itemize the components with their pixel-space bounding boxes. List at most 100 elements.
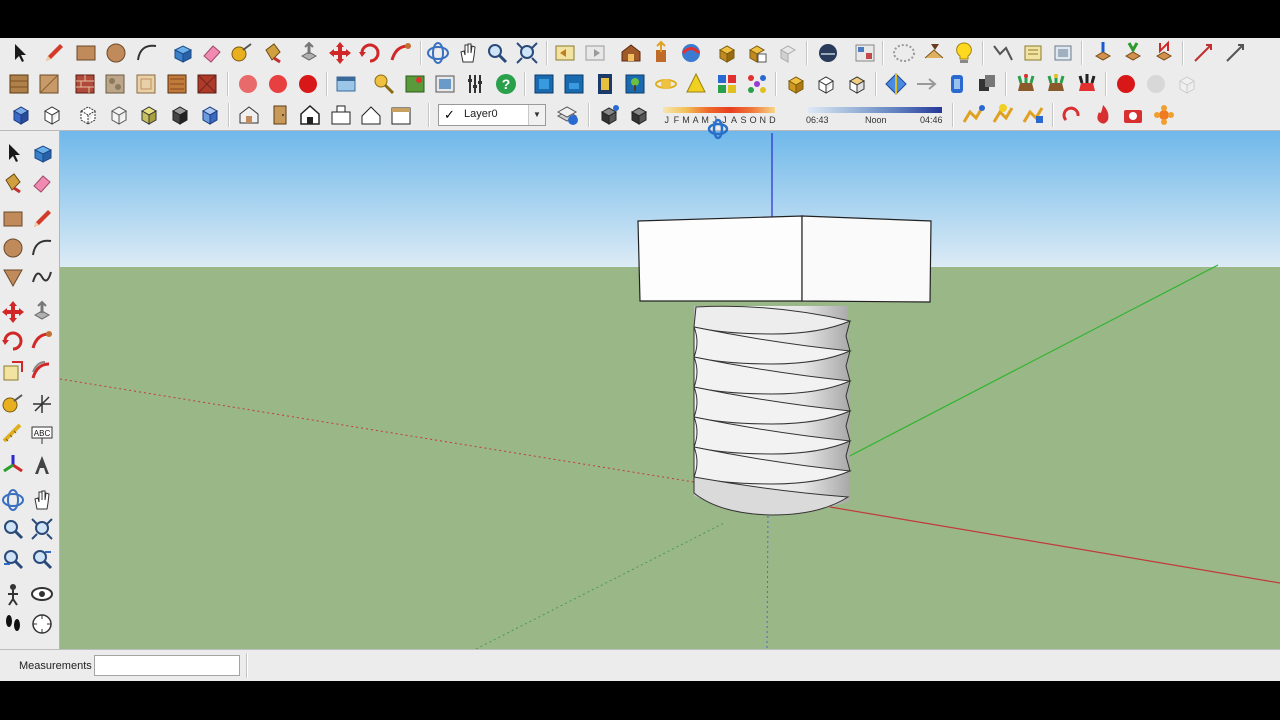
bolt-head[interactable] — [637, 215, 932, 303]
shadow-settings-icon[interactable] — [596, 102, 622, 128]
shadow-date-time-panel[interactable]: JFMAMJJASOND 06:43 Noon 04:46 — [656, 100, 948, 131]
top-view-icon[interactable] — [39, 102, 65, 128]
roof-texture-icon[interactable] — [194, 71, 220, 97]
make-component-icon[interactable] — [169, 40, 195, 66]
share-component-icon[interactable] — [678, 40, 704, 66]
color-red-dim-icon[interactable] — [235, 71, 261, 97]
stone-texture-icon[interactable] — [102, 71, 128, 97]
paint-bucket-icon[interactable] — [260, 40, 286, 66]
plant-fire-icon[interactable] — [1074, 71, 1100, 97]
color-red-icon[interactable] — [295, 71, 321, 97]
model-info-icon[interactable] — [371, 71, 397, 97]
section-icon[interactable] — [328, 102, 354, 128]
sandbox-from-contours-icon[interactable] — [891, 40, 917, 66]
wireframe-icon[interactable] — [813, 71, 839, 97]
xray-icon[interactable] — [783, 71, 809, 97]
scene-next-icon[interactable] — [582, 40, 608, 66]
tape-measure-icon[interactable] — [229, 40, 255, 66]
brick-texture-icon[interactable] — [72, 71, 98, 97]
redo-red-icon[interactable] — [1060, 102, 1086, 128]
materials-icon[interactable] — [6, 71, 32, 97]
preferences-icon[interactable] — [432, 71, 458, 97]
component-interact-icon[interactable] — [1020, 102, 1046, 128]
house-icon[interactable] — [297, 102, 323, 128]
layer-manager-icon[interactable] — [554, 102, 580, 128]
polygon-icon[interactable] — [0, 264, 26, 290]
view-iso-icon[interactable] — [531, 71, 557, 97]
wall-icon[interactable] — [388, 102, 414, 128]
ruby-console-icon[interactable] — [951, 40, 977, 66]
warehouse-get-models-icon[interactable] — [618, 40, 644, 66]
sketch-settings-icon[interactable] — [1020, 40, 1046, 66]
entity-info-icon[interactable] — [402, 71, 428, 97]
flower-icon[interactable] — [1151, 102, 1177, 128]
styles-icon[interactable] — [1050, 40, 1076, 66]
dots-grid-icon[interactable] — [744, 71, 770, 97]
zoom-extents-icon[interactable] — [514, 40, 540, 66]
planet-icon[interactable] — [653, 71, 679, 97]
door-icon[interactable] — [267, 102, 293, 128]
shadows-icon[interactable] — [626, 102, 652, 128]
eraser-icon[interactable] — [199, 40, 225, 66]
lines-tool-icon[interactable] — [990, 40, 1016, 66]
chevron-down-icon[interactable]: ▼ — [528, 105, 545, 125]
next-view-icon[interactable] — [29, 546, 55, 572]
look-around-icon[interactable] — [29, 581, 55, 607]
cone-icon[interactable] — [683, 71, 709, 97]
front-view-icon[interactable] — [75, 102, 101, 128]
solid-intersect-icon[interactable] — [1120, 40, 1146, 66]
solid-subtract-icon[interactable] — [1151, 40, 1177, 66]
walkthrough-icon[interactable] — [1222, 40, 1248, 66]
zoom-icon[interactable] — [0, 516, 26, 542]
position-camera-icon[interactable] — [1190, 40, 1216, 66]
move-icon[interactable] — [327, 40, 353, 66]
text-icon[interactable]: ABC — [29, 421, 55, 447]
film-icon[interactable] — [592, 71, 618, 97]
push-pull-icon[interactable] — [29, 299, 55, 325]
pan-icon[interactable] — [455, 40, 481, 66]
carpet-texture-icon[interactable] — [133, 71, 159, 97]
section-plane-icon[interactable] — [29, 611, 55, 637]
measurements-input[interactable] — [94, 655, 240, 676]
circle-icon[interactable] — [0, 235, 26, 261]
box-disabled-icon[interactable] — [1174, 71, 1200, 97]
add-location-icon[interactable] — [852, 40, 878, 66]
pencil-icon[interactable] — [41, 40, 67, 66]
wood-texture-icon[interactable] — [164, 71, 190, 97]
view-front-icon[interactable] — [622, 71, 648, 97]
circle-icon[interactable] — [103, 40, 129, 66]
orbit-icon[interactable] — [0, 487, 26, 513]
time-slider-track[interactable] — [808, 107, 942, 113]
follow-me-icon[interactable] — [388, 40, 414, 66]
month-slider-track[interactable] — [663, 107, 775, 113]
rotate-icon[interactable] — [357, 40, 383, 66]
right-view-icon[interactable] — [106, 102, 132, 128]
help-icon[interactable]: ? — [493, 71, 519, 97]
bottom-view-icon[interactable] — [197, 102, 223, 128]
freehand-icon[interactable] — [29, 264, 55, 290]
push-pull-icon[interactable] — [296, 40, 322, 66]
eraser-icon[interactable] — [29, 170, 55, 196]
arc-icon[interactable] — [29, 235, 55, 261]
iso-view-icon[interactable] — [8, 102, 34, 128]
walk-icon[interactable] — [0, 611, 26, 637]
rectangle-icon[interactable] — [0, 206, 26, 232]
rectangle-icon[interactable] — [73, 40, 99, 66]
axes-icon[interactable] — [29, 391, 55, 417]
view-top-icon[interactable] — [561, 71, 587, 97]
make-component-icon[interactable] — [29, 140, 55, 166]
back-view-icon[interactable] — [136, 102, 162, 128]
3d-text-icon[interactable] — [29, 452, 55, 478]
monochrome-icon[interactable] — [944, 71, 970, 97]
layer-dropdown[interactable]: ✓ Layer0 ▼ — [438, 104, 546, 126]
dynamic-component-attributes-icon[interactable] — [775, 40, 801, 66]
offset-icon[interactable] — [29, 358, 55, 384]
house-wire-icon[interactable] — [236, 102, 262, 128]
plant-red-icon[interactable] — [1013, 71, 1039, 97]
scene-canvas[interactable] — [60, 131, 1280, 649]
shaded-texture-icon[interactable] — [913, 71, 939, 97]
move-icon[interactable] — [0, 299, 26, 325]
shaded-icon[interactable] — [883, 71, 909, 97]
axes-tool-icon[interactable] — [0, 452, 26, 478]
component-options-icon[interactable] — [990, 102, 1016, 128]
